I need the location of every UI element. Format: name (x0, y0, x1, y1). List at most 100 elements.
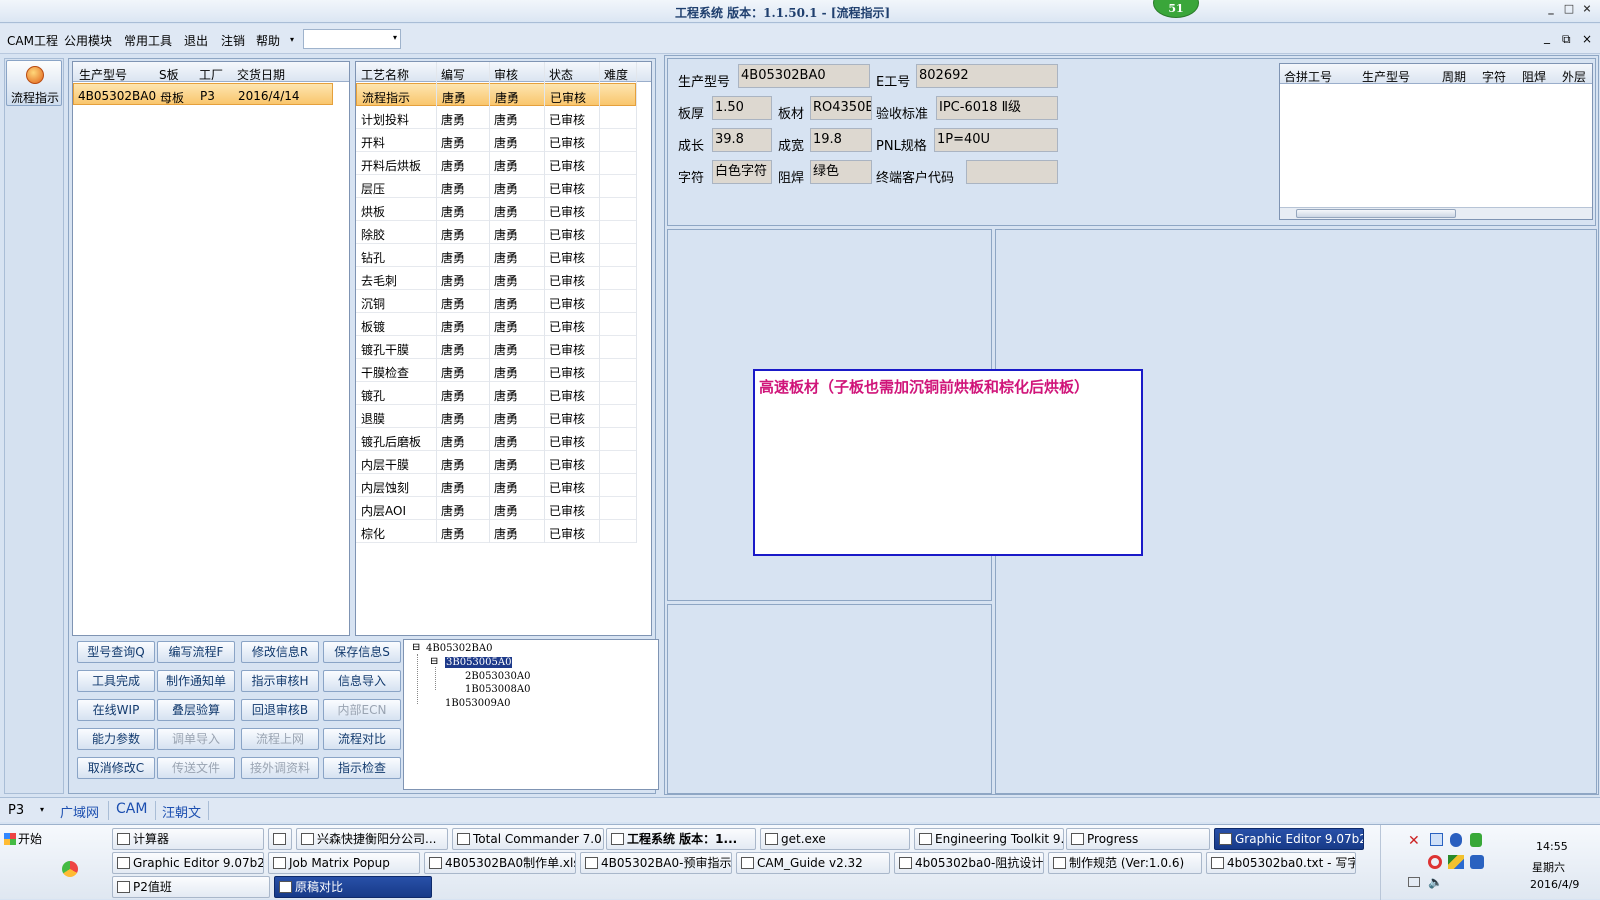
col-status[interactable]: 状态 (549, 66, 573, 83)
process-row[interactable]: 镀孔 唐勇 唐勇 已审核 (356, 382, 636, 405)
length-field[interactable]: 39.8 (712, 128, 772, 152)
tree-expander-icon[interactable]: ⊟ (430, 656, 438, 667)
board-tree[interactable]: ⊟ 4B05302BA0 ⊟ 3B053005A0 2B053030A0 1B0… (403, 639, 659, 790)
action-button[interactable]: 叠层验算 (157, 699, 235, 721)
process-row[interactable]: 去毛刺 唐勇 唐勇 已审核 (356, 267, 636, 290)
process-row[interactable]: 计划投料 唐勇 唐勇 已审核 (356, 106, 636, 129)
action-button[interactable]: 修改信息R (241, 641, 319, 663)
action-button[interactable]: 工具完成 (77, 670, 155, 692)
col-delivery-date[interactable]: 交货日期 (237, 66, 285, 83)
notification-badge[interactable]: 51 (1153, 0, 1199, 18)
taskbar-button[interactable]: Total Commander 7.0 ... (452, 828, 604, 850)
app-tray-icon[interactable] (1470, 855, 1484, 869)
clock-date[interactable]: 2016/4/9 (1530, 878, 1579, 891)
col-author[interactable]: 编写 (441, 66, 465, 83)
taskbar-button[interactable]: Graphic Editor 9.07b2 (... (112, 852, 264, 874)
action-button[interactable]: 内部ECN (323, 699, 401, 721)
action-button[interactable]: 接外调资料 (241, 757, 319, 779)
clock-day[interactable]: 星期六 (1532, 859, 1565, 875)
process-row[interactable]: 沉铜 唐勇 唐勇 已审核 (356, 290, 636, 313)
action-button[interactable]: 编写流程F (157, 641, 235, 663)
taskbar-button[interactable]: CAM_Guide v2.32 (736, 852, 890, 874)
horizontal-scrollbar[interactable] (1280, 207, 1592, 219)
taskbar-button[interactable]: 原稿对比 (274, 876, 432, 898)
action-button[interactable]: 在线WIP (77, 699, 155, 721)
action-button[interactable]: 能力参数 (77, 728, 155, 750)
tree-node[interactable]: 2B053030A0 (465, 671, 530, 682)
action-button[interactable]: 流程对比 (323, 728, 401, 750)
width-field[interactable]: 19.8 (810, 128, 872, 152)
menu-exit[interactable]: 退出 (184, 32, 208, 49)
taskbar-button[interactable]: Graphic Editor 9.07b2 (... (1214, 828, 1364, 850)
process-row[interactable]: 棕化 唐勇 唐勇 已审核 (356, 520, 636, 543)
taskbar-button[interactable]: 工程系统 版本：1... (606, 828, 756, 850)
action-button[interactable]: 流程上网 (241, 728, 319, 750)
start-button[interactable]: 开始 (2, 828, 50, 850)
col-factory[interactable]: 工厂 (199, 66, 223, 83)
tab-user[interactable]: 汪朝文 (162, 802, 201, 821)
bluetooth-icon[interactable] (1450, 833, 1462, 847)
menu-logout[interactable]: 注销 (221, 32, 245, 49)
col-panel-model[interactable]: 生产型号 (1362, 68, 1410, 85)
process-row[interactable]: 流程指示 唐勇 唐勇 已审核 (356, 83, 636, 106)
eno-field[interactable]: 802692 (916, 64, 1058, 88)
thickness-field[interactable]: 1.50 (712, 96, 772, 120)
tab-wan[interactable]: 广域网 (60, 802, 99, 821)
pnl-field[interactable]: 1P=40U (934, 128, 1058, 152)
order-row[interactable]: 4B05302BA0 母板 P3 2016/4/14 (73, 83, 333, 105)
action-button[interactable]: 信息导入 (323, 670, 401, 692)
material-field[interactable]: RO4350B (810, 96, 872, 120)
tree-node[interactable]: 1B053009A0 (445, 698, 510, 709)
app-tray-icon[interactable] (1428, 855, 1442, 869)
process-row[interactable]: 开料 唐勇 唐勇 已审核 (356, 129, 636, 152)
col-model[interactable]: 生产型号 (79, 66, 127, 83)
col-process-name[interactable]: 工艺名称 (361, 66, 409, 83)
mdi-restore-button[interactable]: ⧉ (1562, 32, 1571, 47)
tree-expander-icon[interactable]: ⊟ (412, 642, 420, 653)
process-row[interactable]: 板镀 唐勇 唐勇 已审核 (356, 313, 636, 336)
taskbar-button[interactable]: get.exe (760, 828, 910, 850)
network-icon[interactable] (1430, 833, 1443, 846)
col-s-board[interactable]: S板 (159, 66, 179, 83)
tab-cam[interactable]: CAM (116, 801, 147, 817)
close-button[interactable]: × (1578, 2, 1596, 15)
action-button[interactable]: 回退审核B (241, 699, 319, 721)
col-solder[interactable]: 阻焊 (1522, 68, 1546, 85)
process-row[interactable]: 内层蚀刻 唐勇 唐勇 已审核 (356, 474, 636, 497)
col-outer[interactable]: 外层 (1562, 68, 1586, 85)
menu-combobox[interactable]: ▾ (303, 29, 401, 49)
solder-field[interactable]: 绿色 (810, 160, 872, 184)
col-reviewer[interactable]: 审核 (494, 66, 518, 83)
scrollbar-thumb[interactable] (1296, 209, 1456, 218)
taskbar-button[interactable]: 4B05302BA0-预审指示... (580, 852, 732, 874)
taskbar-button[interactable]: 制作规范 (Ver:1.0.6) (1048, 852, 1202, 874)
action-button[interactable]: 传送文件 (157, 757, 235, 779)
factory-select[interactable]: P3 (8, 803, 24, 818)
legend-field[interactable]: 白色字符 (712, 160, 772, 184)
minimize-button[interactable]: _ (1542, 2, 1560, 15)
taskbar-button[interactable]: Job Matrix Popup (268, 852, 420, 874)
taskbar-button[interactable]: 4b05302ba0-阻抗设计... (894, 852, 1044, 874)
chevron-down-icon[interactable]: ▾ (40, 805, 44, 814)
tree-node-selected[interactable]: 3B053005A0 (445, 657, 513, 668)
close-icon[interactable]: ✕ (1408, 833, 1422, 849)
quick-launch-icon[interactable] (62, 861, 78, 877)
menu-help[interactable]: 帮助 (256, 32, 280, 49)
mdi-minimize-button[interactable]: _ (1544, 30, 1550, 44)
flow-instruction-button[interactable]: 流程指示 (6, 60, 62, 106)
tree-node[interactable]: 1B053008A0 (465, 684, 530, 695)
process-row[interactable]: 钻孔 唐勇 唐勇 已审核 (356, 244, 636, 267)
app-tray-icon[interactable] (1448, 855, 1464, 869)
col-difficulty[interactable]: 难度 (604, 66, 628, 83)
shield-icon[interactable] (1470, 833, 1482, 847)
process-row[interactable]: 镀孔干膜 唐勇 唐勇 已审核 (356, 336, 636, 359)
process-row[interactable]: 退膜 唐勇 唐勇 已审核 (356, 405, 636, 428)
taskbar-button[interactable]: 4B05302BA0制作单.xls... (424, 852, 576, 874)
process-row[interactable]: 干膜检查 唐勇 唐勇 已审核 (356, 359, 636, 382)
customer-field[interactable] (966, 160, 1058, 184)
process-row[interactable]: 烘板 唐勇 唐勇 已审核 (356, 198, 636, 221)
action-button[interactable]: 取消修改C (77, 757, 155, 779)
taskbar-button[interactable]: Progress (1066, 828, 1210, 850)
col-panel-no[interactable]: 合拼工号 (1284, 68, 1332, 85)
menu-cam[interactable]: CAM工程 (7, 32, 58, 49)
